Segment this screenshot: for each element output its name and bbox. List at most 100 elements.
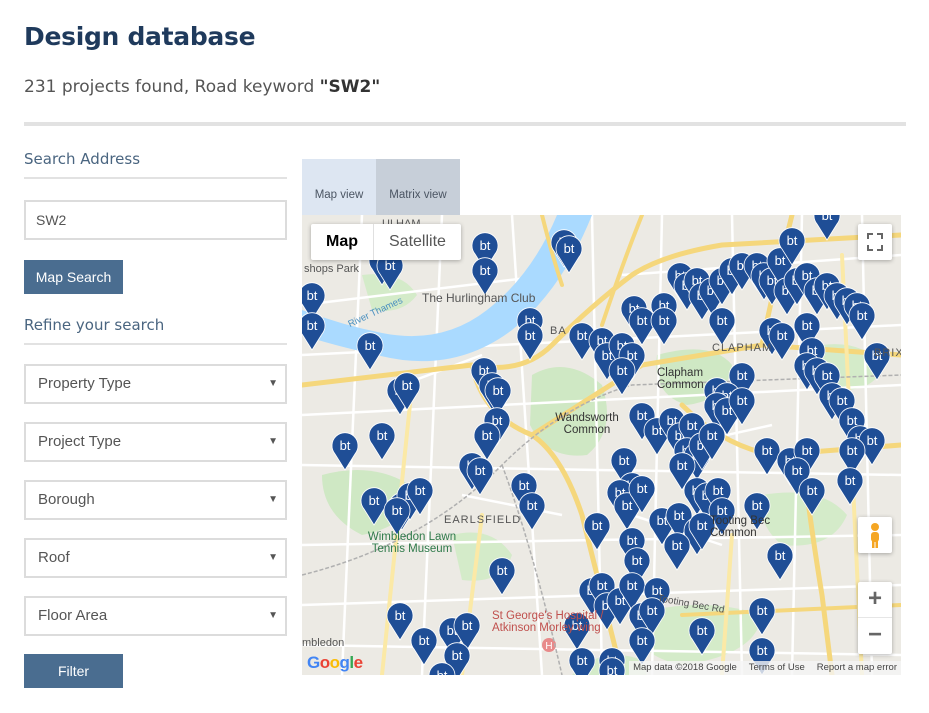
marker-label: bt: [757, 603, 768, 618]
marker-label: bt: [677, 458, 688, 473]
marker-label: bt: [619, 453, 630, 468]
chevron-down-icon: ▼: [268, 378, 278, 389]
marker-label: bt: [837, 393, 848, 408]
map-marker-pin[interactable]: bt: [410, 627, 438, 666]
marker-label: bt: [845, 473, 856, 488]
marker-label: bt: [775, 253, 786, 268]
property-type-select[interactable]: Property Type ▼: [24, 364, 287, 404]
map-marker-pin[interactable]: bt: [471, 257, 499, 296]
floor-area-select[interactable]: Floor Area ▼: [24, 596, 287, 636]
place-label-st-georges-hospital: St George's Hospital / Atkinson Morley w…: [492, 610, 604, 634]
search-address-heading: Search Address: [24, 150, 287, 179]
tab-matrix-view[interactable]: Matrix view: [376, 159, 460, 216]
map-marker-pin[interactable]: bt: [608, 357, 636, 396]
marker-label: bt: [647, 603, 658, 618]
header-divider: [24, 122, 906, 126]
marker-label: bt: [637, 408, 648, 423]
sidebar: Search Address Map Search Refine your se…: [24, 150, 287, 688]
marker-label: bt: [340, 438, 351, 453]
marker-label: bt: [697, 518, 708, 533]
map-marker-pin[interactable]: bt: [836, 467, 864, 506]
fullscreen-button[interactable]: [858, 224, 892, 260]
marker-label: bt: [637, 481, 648, 496]
terms-of-use-link[interactable]: Terms of Use: [749, 661, 805, 675]
map-marker-pin[interactable]: bt: [768, 322, 796, 361]
zoom-in-button[interactable]: +: [858, 582, 892, 618]
marker-label: bt: [482, 428, 493, 443]
place-label-brixton: BRIX: [874, 347, 901, 359]
place-label-hurlingham-club: The Hurlingham Club: [422, 291, 536, 305]
marker-label: bt: [637, 633, 648, 648]
map-marker-pin[interactable]: bt: [466, 457, 494, 496]
project-type-select[interactable]: Project Type ▼: [24, 422, 287, 462]
map-base-layer: H bt bt bt bt bt bt bt bt bt bt bt bt bt bt bt bt bt bt bt…: [302, 215, 901, 675]
place-label-tooting-bec-common: Tooting Bec Common: [710, 515, 771, 539]
map-marker-pin[interactable]: bt: [753, 437, 781, 476]
place-label-wandsworth-common: Wandsworth Common: [555, 412, 619, 436]
chevron-down-icon: ▼: [268, 494, 278, 505]
marker-label: bt: [525, 328, 536, 343]
marker-label: bt: [792, 463, 803, 478]
google-map[interactable]: H bt bt bt bt bt bt bt bt bt bt bt bt bt bt bt bt bt bt bt…: [302, 215, 901, 675]
marker-label: bt: [672, 538, 683, 553]
filter-button[interactable]: Filter: [24, 654, 123, 688]
marker-label: bt: [752, 498, 763, 513]
google-logo: Google: [307, 653, 363, 672]
marker-label: bt: [597, 578, 608, 593]
roof-select[interactable]: Roof ▼: [24, 538, 287, 578]
marker-label: bt: [713, 483, 724, 498]
marker-label: bt: [637, 313, 648, 328]
marker-label: bt: [632, 553, 643, 568]
marker-label: bt: [717, 313, 728, 328]
place-label-shops-park: shops Park: [304, 263, 360, 275]
svg-text:H: H: [545, 641, 552, 652]
marker-label: bt: [822, 368, 833, 383]
street-view-pegman[interactable]: [858, 517, 892, 553]
marker-label: bt: [307, 288, 318, 303]
marker-label: bt: [527, 498, 538, 513]
map-marker-pin[interactable]: bt: [356, 332, 384, 371]
roof-label: Roof: [38, 549, 70, 566]
marker-label: bt: [392, 503, 403, 518]
fullscreen-icon: [867, 233, 883, 251]
map-marker-pin[interactable]: bt: [663, 532, 691, 571]
map-marker-pin[interactable]: bt: [488, 557, 516, 596]
map-marker-pin[interactable]: bt: [368, 422, 396, 461]
map-type-map-button[interactable]: Map: [311, 224, 374, 260]
map-marker-pin[interactable]: bt: [708, 307, 736, 346]
map-marker-pin[interactable]: bt: [766, 542, 794, 581]
map-attribution: Map data ©2018 Google Terms of Use Repor…: [629, 661, 901, 675]
report-map-error-link[interactable]: Report a map error: [817, 661, 897, 675]
marker-label: bt: [687, 418, 698, 433]
floor-area-label: Floor Area: [38, 607, 108, 624]
borough-select[interactable]: Borough ▼: [24, 480, 287, 520]
marker-label: bt: [377, 428, 388, 443]
map-marker-pin[interactable]: bt: [650, 307, 678, 346]
marker-label: bt: [564, 241, 575, 256]
marker-label: bt: [369, 493, 380, 508]
zoom-out-button[interactable]: −: [858, 618, 892, 654]
marker-label: bt: [519, 478, 530, 493]
marker-label: bt: [622, 498, 633, 513]
zoom-control: + −: [858, 582, 892, 654]
map-type-control: Map Satellite: [311, 224, 461, 260]
project-type-label: Project Type: [38, 433, 122, 450]
results-summary: 231 projects found, Road keyword "SW2": [24, 77, 380, 97]
marker-label: bt: [385, 258, 396, 273]
marker-label: bt: [807, 483, 818, 498]
map-marker-pin[interactable]: bt: [386, 602, 414, 641]
address-search-input[interactable]: [24, 200, 287, 240]
marker-label: bt: [674, 508, 685, 523]
marker-label: bt: [415, 483, 426, 498]
refine-search-heading: Refine your search: [24, 316, 287, 345]
map-type-satellite-button[interactable]: Satellite: [374, 224, 461, 260]
map-marker-pin[interactable]: bt: [302, 312, 326, 351]
map-marker-pin[interactable]: bt: [383, 497, 411, 536]
marker-label: bt: [802, 318, 813, 333]
tab-map-view[interactable]: Map view: [302, 159, 376, 216]
map-marker-pin[interactable]: bt: [848, 302, 876, 341]
map-marker-pin[interactable]: bt: [568, 647, 596, 675]
map-search-button[interactable]: Map Search: [24, 260, 123, 294]
marker-label: bt: [480, 238, 491, 253]
marker-label: bt: [627, 578, 638, 593]
